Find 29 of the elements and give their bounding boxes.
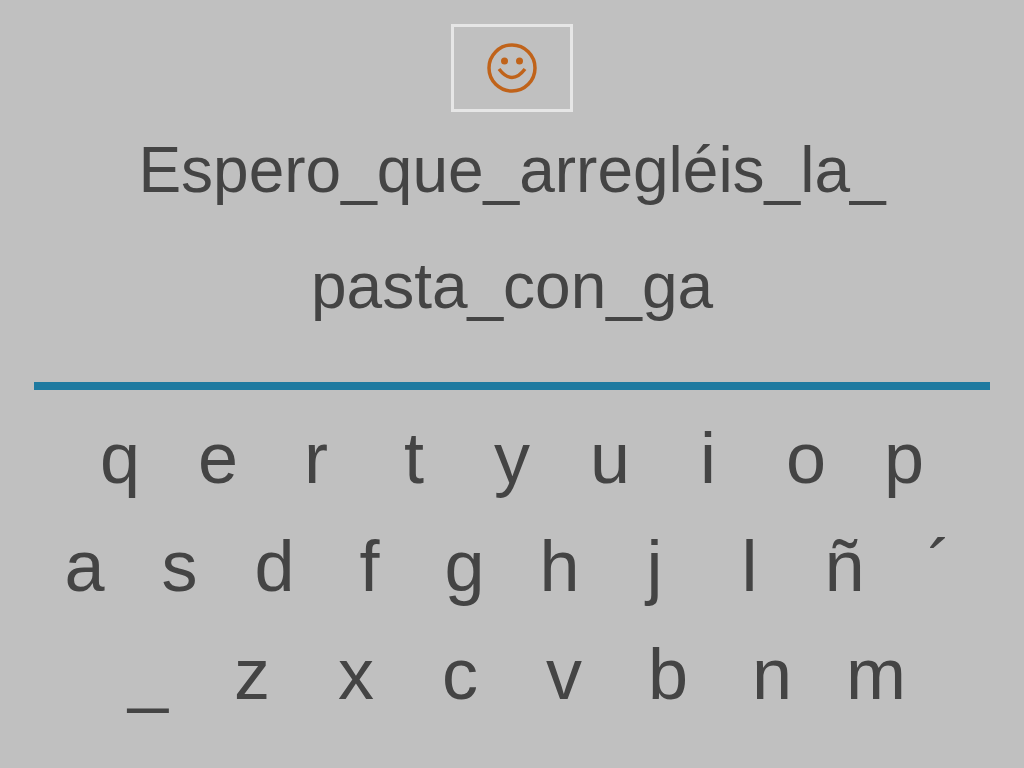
key[interactable]: p [855,408,953,508]
key[interactable]: g [417,516,512,616]
key[interactable]: h [512,516,607,616]
key[interactable]: f [322,516,417,616]
key[interactable]: r [267,408,365,508]
key[interactable]: s [132,516,227,616]
key[interactable]: l [702,516,797,616]
smiley-icon [486,42,538,94]
key[interactable]: j [607,516,702,616]
key[interactable]: x [304,624,408,724]
key[interactable]: _ [96,624,200,724]
key[interactable]: e [169,408,267,508]
key[interactable]: n [720,624,824,724]
key[interactable]: y [463,408,561,508]
key[interactable]: z [200,624,304,724]
key[interactable]: b [616,624,720,724]
key[interactable]: d [227,516,322,616]
key[interactable]: m [824,624,928,724]
key[interactable]: o [757,408,855,508]
key[interactable]: ´ [892,516,987,616]
key[interactable]: u [561,408,659,508]
key[interactable]: v [512,624,616,724]
key[interactable]: a [37,516,132,616]
key[interactable]: q [71,408,169,508]
key[interactable]: ñ [797,516,892,616]
key[interactable]: t [365,408,463,508]
key[interactable]: i [659,408,757,508]
hint-button[interactable] [451,24,573,112]
key[interactable]: c [408,624,512,724]
